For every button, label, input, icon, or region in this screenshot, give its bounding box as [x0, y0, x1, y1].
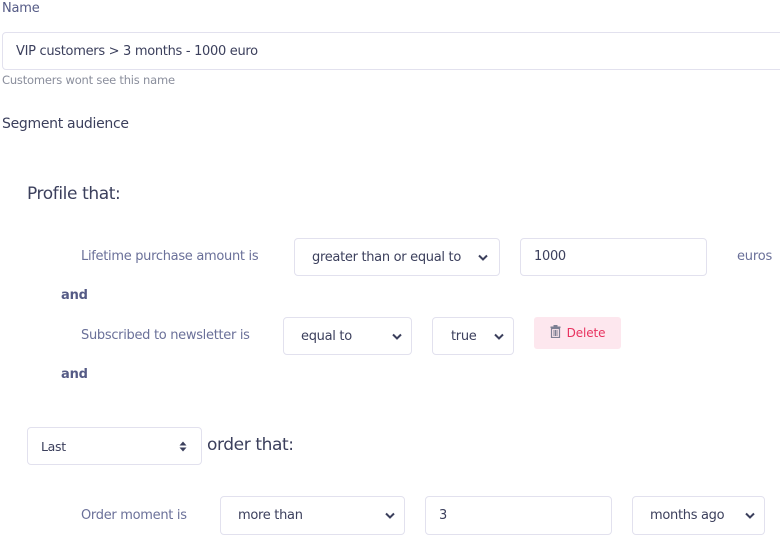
- order-selector-value: Last: [41, 438, 66, 454]
- order-moment-operator-value: more than: [238, 508, 303, 523]
- profile-group-title: Profile that:: [27, 184, 121, 204]
- order-selector-select[interactable]: Last: [27, 427, 202, 465]
- segment-audience-title: Segment audience: [2, 116, 129, 132]
- condition-label-order-moment: Order moment is: [81, 508, 187, 523]
- lifetime-purchase-operator-value: greater than or equal to: [312, 249, 462, 265]
- lifetime-purchase-operator-select[interactable]: greater than or equal to: [294, 238, 500, 276]
- condition-label-lifetime-purchase: Lifetime purchase amount is: [81, 249, 259, 264]
- chevron-down-icon: [391, 330, 403, 342]
- name-label: Name: [2, 1, 40, 16]
- chevron-down-icon: [493, 330, 505, 342]
- segment-name-value: VIP customers > 3 months - 1000 euro: [16, 43, 258, 59]
- lifetime-purchase-amount-input[interactable]: 1000: [520, 238, 707, 276]
- order-moment-value: 3: [439, 508, 447, 523]
- newsletter-value: true: [451, 328, 477, 344]
- trash-icon: [550, 325, 561, 341]
- newsletter-operator-value: equal to: [301, 328, 352, 344]
- lifetime-purchase-amount-value: 1000: [534, 249, 566, 264]
- order-moment-value-input[interactable]: 3: [425, 496, 612, 535]
- euros-unit-label: euros: [737, 249, 773, 264]
- segment-name-input[interactable]: VIP customers > 3 months - 1000 euro: [2, 32, 780, 70]
- and-connector: and: [61, 367, 88, 382]
- sort-arrows-icon: [177, 440, 189, 452]
- order-moment-operator-select[interactable]: more than: [220, 496, 405, 535]
- chevron-down-icon: [744, 510, 756, 522]
- name-hint: Customers wont see this name: [2, 73, 175, 87]
- order-moment-unit-select[interactable]: months ago: [632, 496, 765, 535]
- condition-label-newsletter: Subscribed to newsletter is: [81, 328, 250, 343]
- and-connector: and: [61, 288, 88, 303]
- newsletter-value-select[interactable]: true: [432, 317, 514, 355]
- chevron-down-icon: [384, 510, 396, 522]
- chevron-down-icon: [477, 251, 489, 263]
- newsletter-operator-select[interactable]: equal to: [283, 317, 412, 355]
- order-group-title: order that:: [207, 435, 294, 455]
- delete-label: Delete: [566, 326, 606, 340]
- order-moment-unit-value: months ago: [650, 508, 725, 523]
- delete-condition-button[interactable]: Delete: [534, 317, 621, 349]
